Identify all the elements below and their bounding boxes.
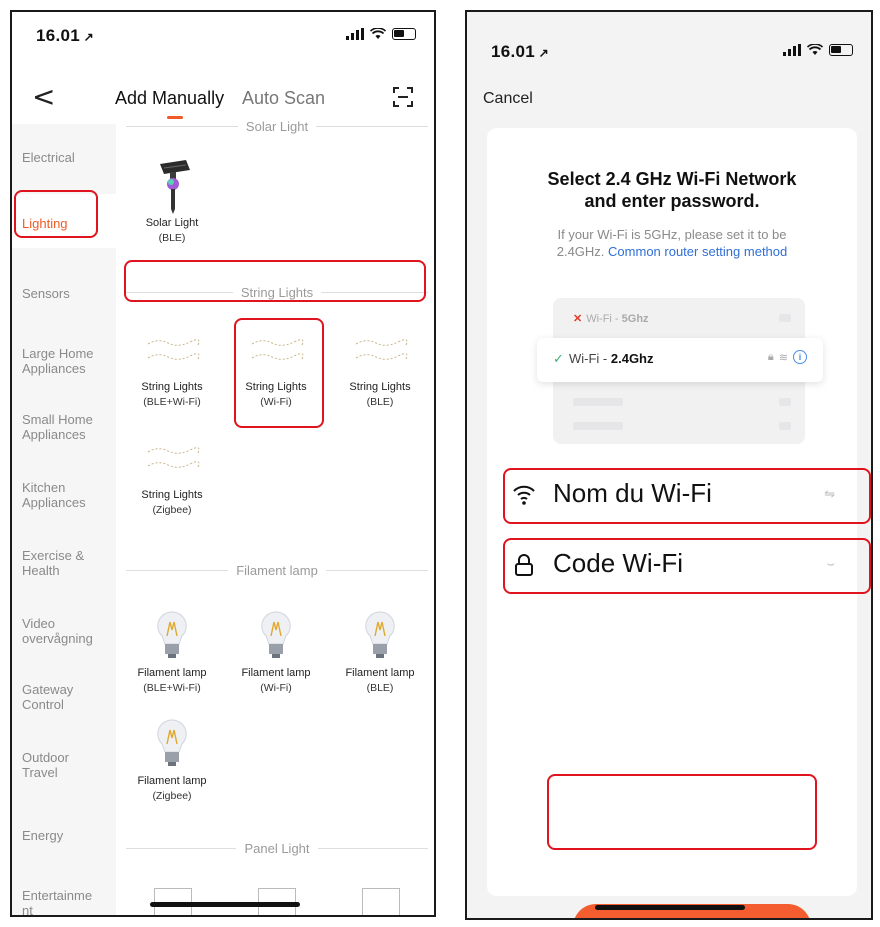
scan-frame-icon[interactable] [392,86,414,108]
light-bulb-icon [246,608,306,662]
sidebar-item-sensors[interactable]: Sensors [12,286,116,301]
string-lights-icon [144,444,200,474]
solar-light-icon [142,158,202,214]
left-phone-screen: 16.01 ↗ < Add Manually Auto Scan Electri… [10,10,436,917]
info-icon: i [793,350,807,364]
string-lights-icon [144,336,200,366]
sidebar-item-exercise-health[interactable]: Exercise & Health [12,548,92,578]
device-filament-lamp-ble-wifi[interactable]: Filament lamp (BLE+Wi-Fi) [126,608,218,696]
device-name: String Lights [349,381,411,393]
device-name: Solar Light [145,217,199,229]
device-protocol: (Zigbee) [152,504,192,516]
highlight-wifi-name [503,468,871,524]
section-title-filament-lamp: Filament lamp [126,560,429,580]
wifi-status-icon [807,44,823,55]
category-sidebar: Electrical Lighting Sensors Large Home A… [12,124,116,915]
panel-light-icon[interactable] [362,888,400,915]
sidebar-item-gateway-control[interactable]: Gateway Control [12,682,92,712]
device-string-lights-ble-wifi[interactable]: String Lights (BLE+Wi-Fi) [126,336,218,410]
device-name: String Lights [141,381,203,393]
wifi-24ghz-row: ✓ Wi-Fi - 2.4Ghz 🔒︎ ≋ i [537,338,823,382]
page-title: Select 2.4 GHz Wi-Fi Network and enter p… [547,169,797,211]
sidebar-item-entertainment[interactable]: Entertainme nt [12,888,102,915]
header: < Add Manually Auto Scan [12,72,434,122]
sidebar-item-video-overvagning[interactable]: Video overvågning [12,616,107,646]
device-string-lights-ble[interactable]: String Lights (BLE) [334,336,426,410]
right-phone-screen: 16.01 ↗ Cancel Select 2.4 GHz Wi-Fi Netw… [465,10,873,920]
home-indicator [595,905,745,910]
sidebar-item-large-home-appliances[interactable]: Large Home Appliances [12,346,102,376]
chevron-left-icon[interactable]: < [32,80,55,113]
cross-icon: ✕ [573,313,583,325]
status-bar: 16.01 ↗ [467,12,871,61]
lock-small-icon: 🔒︎ [767,350,774,363]
signal-icon [783,44,801,56]
placeholder-bar [573,422,623,430]
device-name: String Lights [141,489,203,501]
device-filament-lamp-wifi[interactable]: Filament lamp (Wi-Fi) [230,608,322,696]
device-solar-light-ble[interactable]: Solar Light (BLE) [126,158,218,246]
highlight-next-button [547,774,817,850]
router-setting-link[interactable]: Common router setting method [608,244,787,259]
sidebar-item-outdoor-travel[interactable]: Outdoor Travel [12,750,92,780]
device-protocol: (BLE) [366,682,394,694]
status-time: 16.01 ↗ [36,26,95,45]
highlight-string-lights-section [124,260,426,302]
wifi-small-icon: ≋ [778,351,788,364]
wifi-status-icon [370,28,386,39]
highlight-wifi-password [503,538,871,594]
placeholder-bar [779,422,791,430]
section-title-solar-light: Solar Light [126,116,428,136]
status-bar: 16.01 ↗ [12,12,434,56]
placeholder-bar [779,314,791,322]
device-name: Filament lamp [241,667,311,679]
sidebar-item-kitchen-appliances[interactable]: Kitchen Appliances [12,480,102,510]
highlight-string-lights-wifi [234,318,324,428]
highlight-lighting [14,190,98,238]
placeholder-bar [779,398,791,406]
device-filament-lamp-zigbee[interactable]: Filament lamp (Zigbee) [126,716,218,804]
tab-add-manually[interactable]: Add Manually [115,88,224,109]
device-protocol: (BLE+Wi-Fi) [143,396,201,408]
section-title-panel-light: Panel Light [126,838,428,858]
battery-icon [829,44,853,56]
device-protocol: (Wi-Fi) [260,682,292,694]
cancel-button[interactable]: Cancel [483,90,533,108]
device-list: Solar Light Solar Light (BLE) String Lig… [116,119,434,915]
device-filament-lamp-ble[interactable]: Filament lamp (BLE) [334,608,426,696]
tab-auto-scan[interactable]: Auto Scan [242,88,325,109]
wifi-5ghz-row: ✕ Wi-Fi - 5Ghz [573,313,649,325]
device-string-lights-zigbee[interactable]: String Lights (Zigbee) [126,444,218,518]
status-icons [346,28,416,40]
status-icons [783,44,853,56]
status-time: 16.01 ↗ [491,42,550,61]
light-bulb-icon [142,608,202,662]
device-protocol: (BLE) [366,396,394,408]
page-subtitle: If your Wi-Fi is 5GHz, please set it to … [556,227,788,259]
sidebar-item-energy[interactable]: Energy [12,828,116,843]
sidebar-item-small-home-appliances[interactable]: Small Home Appliances [12,412,102,442]
signal-icon [346,28,364,40]
check-icon: ✓ [553,351,564,366]
device-protocol: (BLE) [158,232,186,244]
device-protocol: (BLE+Wi-Fi) [143,682,201,694]
light-bulb-icon [142,716,202,770]
device-protocol: (Zigbee) [152,790,192,802]
device-name: Filament lamp [345,667,415,679]
home-indicator [150,902,300,907]
light-bulb-icon [350,608,410,662]
device-name: Filament lamp [137,667,207,679]
device-name: Filament lamp [137,775,207,787]
string-lights-icon [352,336,408,366]
sidebar-item-electrical[interactable]: Electrical [12,150,116,165]
battery-icon [392,28,416,40]
placeholder-bar [573,398,623,406]
